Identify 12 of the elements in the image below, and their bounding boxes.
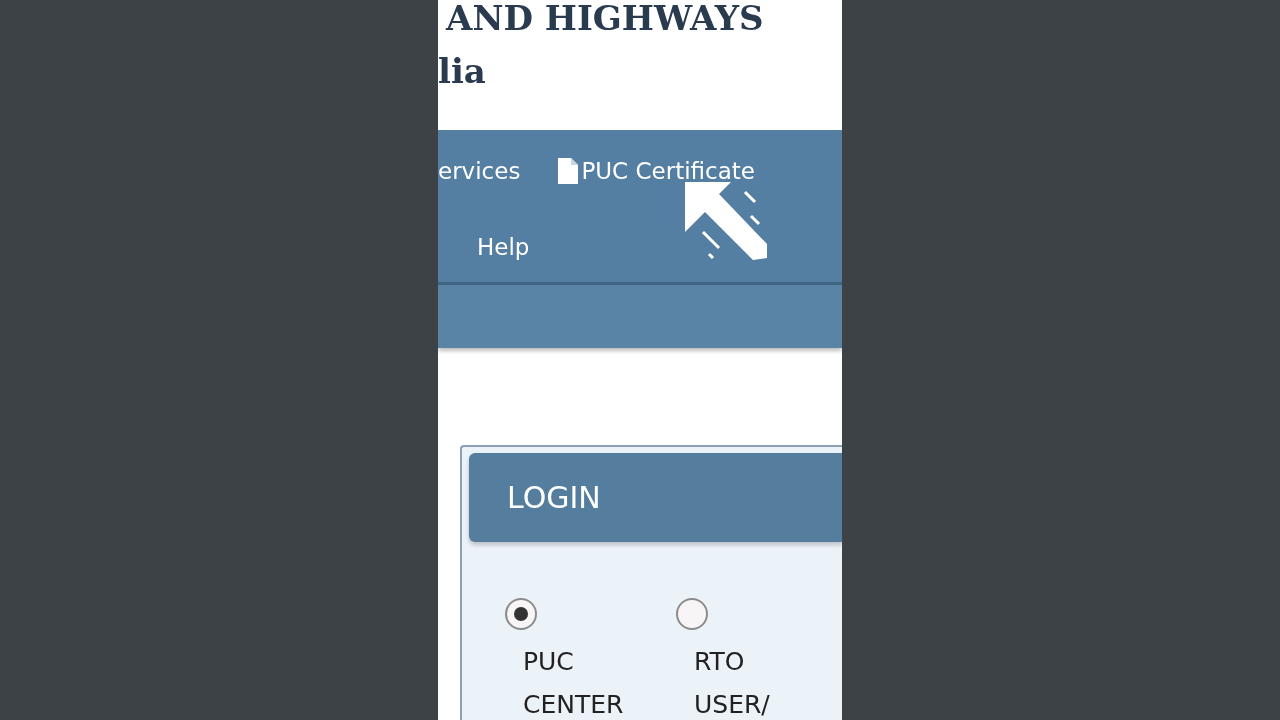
site-title: AND HIGHWAYS (446, 0, 765, 38)
radio-button[interactable] (676, 598, 708, 630)
cursor-arrow-icon (683, 182, 769, 262)
nav-link[interactable]: ervices (438, 153, 521, 189)
login-heading: LOGIN (469, 453, 842, 542)
radio-label[interactable]: RTO USER/ (694, 640, 807, 720)
document-icon (558, 158, 579, 184)
site-title: lia (438, 53, 487, 91)
radio-button[interactable] (505, 598, 537, 630)
nav-link[interactable]: Help (477, 229, 530, 265)
nav-link[interactable]: PUC Certificate (558, 153, 755, 189)
radio-label[interactable]: PUC CENTER (523, 640, 636, 720)
